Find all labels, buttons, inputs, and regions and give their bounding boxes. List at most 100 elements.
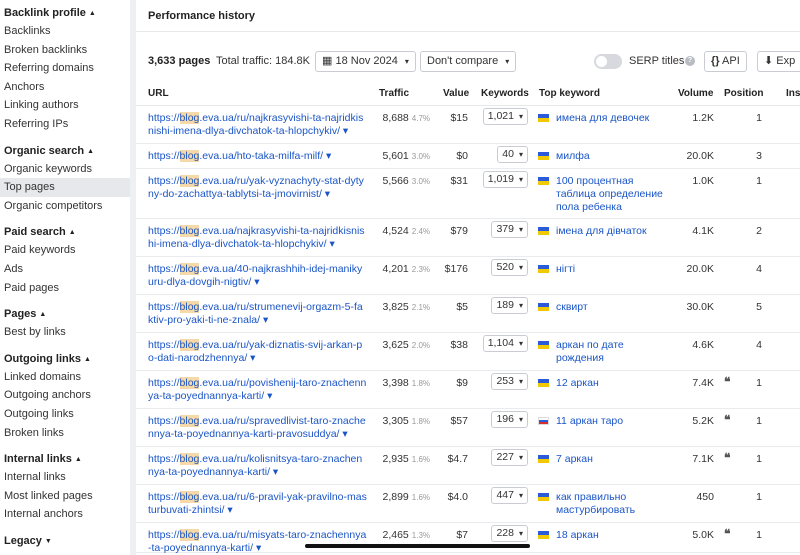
sidebar-item[interactable]: Paid keywords <box>0 241 130 260</box>
caret-down-icon[interactable]: ▾ <box>270 466 278 478</box>
sidebar-section-heading[interactable]: Paid search ▲ <box>0 223 130 241</box>
sidebar-item[interactable]: Outgoing anchors <box>0 386 130 405</box>
sidebar-item[interactable]: Linked domains <box>0 368 130 387</box>
keywords-dropdown[interactable]: 379 ▾ <box>491 221 528 238</box>
page-url-link[interactable]: https://blog.eva.ua/40-najkrashhih-idej-… <box>148 263 368 289</box>
column-header[interactable]: Ins <box>786 88 800 99</box>
column-header[interactable]: Top keyword <box>539 88 600 99</box>
keywords-count: 189 <box>496 299 514 311</box>
api-button[interactable]: {} API <box>704 51 747 72</box>
sidebar-item[interactable]: Top pages <box>0 178 130 197</box>
sidebar-item[interactable]: Broken backlinks <box>0 41 130 60</box>
sidebar-section-heading[interactable]: Pages ▲ <box>0 305 130 323</box>
sidebar-item[interactable]: Organic keywords <box>0 160 130 179</box>
column-header[interactable]: Traffic <box>379 88 409 99</box>
keywords-dropdown[interactable]: 40 ▾ <box>497 146 528 163</box>
caret-down-icon[interactable]: ▾ <box>260 314 268 326</box>
sidebar-item[interactable]: Linking authors <box>0 96 130 115</box>
top-keyword-link[interactable]: как правильно мастурбировать <box>556 491 671 517</box>
caret-down-icon[interactable]: ▾ <box>322 188 330 200</box>
sidebar-item[interactable]: Paid pages <box>0 279 130 298</box>
caret-down-icon[interactable]: ▾ <box>264 390 272 402</box>
keywords-dropdown[interactable]: 227 ▾ <box>491 449 528 466</box>
sidebar-section-heading[interactable]: Organic search ▲ <box>0 142 130 160</box>
sidebar-item[interactable]: Internal links <box>0 468 130 487</box>
ukraine-flag-icon <box>538 177 549 185</box>
top-keyword-link[interactable]: аркан по дате рождения <box>556 339 671 365</box>
sidebar-section-heading[interactable]: Internal links ▲ <box>0 450 130 468</box>
keywords-dropdown[interactable]: 1,019 ▾ <box>482 171 528 188</box>
sidebar-item[interactable]: Organic competitors <box>0 197 130 216</box>
page-url-link[interactable]: https://blog.eva.ua/ru/misyats-taro-znac… <box>148 529 368 555</box>
performance-history-title[interactable]: Performance history <box>136 0 800 32</box>
help-icon[interactable]: ? <box>685 56 695 66</box>
column-header[interactable]: URL <box>148 88 169 99</box>
top-keyword-link[interactable]: 18 аркан <box>556 529 671 542</box>
caret-up-icon: ▲ <box>39 311 47 319</box>
page-url-link[interactable]: https://blog.eva.ua/najkrasyvishi-ta-naj… <box>148 225 368 251</box>
sidebar-item[interactable]: Ads <box>0 260 130 279</box>
horizontal-scrollbar[interactable] <box>305 544 530 548</box>
sidebar-item[interactable]: Anchors <box>0 78 130 97</box>
column-header[interactable]: Position <box>724 88 763 99</box>
top-keyword-link[interactable]: 12 аркан <box>556 377 671 390</box>
sidebar-section-heading[interactable]: Legacy ▼ <box>0 532 130 550</box>
top-keyword-link[interactable]: сквирт <box>556 301 671 314</box>
column-header[interactable]: Value <box>443 88 469 99</box>
top-keyword-link[interactable]: имена для девочек <box>556 112 671 125</box>
sidebar-item[interactable]: Broken links <box>0 424 130 443</box>
page-url-link[interactable]: https://blog.eva.ua/ru/yak-vyznachyty-st… <box>148 175 368 201</box>
toggle-knob <box>596 56 607 67</box>
keywords-dropdown[interactable]: 1,104 ▾ <box>482 335 528 352</box>
caret-down-icon[interactable]: ▾ <box>339 428 347 440</box>
page-url-link[interactable]: https://blog.eva.ua/hto-taka-milfa-milf/… <box>148 150 368 163</box>
keywords-dropdown[interactable]: 253 ▾ <box>491 373 528 390</box>
sidebar-item[interactable]: Best by links <box>0 323 130 342</box>
url-prefix: https:// <box>148 175 180 187</box>
top-keyword-link[interactable]: 100 процентная таблица определение пола … <box>556 175 671 214</box>
keywords-dropdown[interactable]: 228 ▾ <box>491 525 528 542</box>
page-url-link[interactable]: https://blog.eva.ua/ru/kolisnitsya-taro-… <box>148 453 368 479</box>
date-picker-button[interactable]: ▦ 18 Nov 2024 ▾ <box>315 51 416 72</box>
position-cell: 4 <box>756 339 762 351</box>
keywords-dropdown[interactable]: 196 ▾ <box>491 411 528 428</box>
export-button[interactable]: ⬇ Exp <box>757 51 800 72</box>
keywords-dropdown[interactable]: 189 ▾ <box>491 297 528 314</box>
top-keyword-link[interactable]: нігті <box>556 263 671 276</box>
top-keyword-link[interactable]: 7 аркан <box>556 453 671 466</box>
column-header[interactable]: Keywords <box>481 88 529 99</box>
caret-down-icon[interactable]: ▾ <box>340 125 348 137</box>
sidebar-item[interactable]: Referring domains <box>0 59 130 78</box>
sidebar-section-heading[interactable]: Outgoing links ▲ <box>0 350 130 368</box>
page-url-link[interactable]: https://blog.eva.ua/ru/spravedlivist-tar… <box>148 415 368 441</box>
sidebar-item[interactable]: Backlinks <box>0 22 130 41</box>
column-header[interactable]: Volume <box>678 88 713 99</box>
serp-titles-toggle[interactable] <box>594 54 622 69</box>
sidebar-item[interactable]: Most linked pages <box>0 487 130 506</box>
page-url-link[interactable]: https://blog.eva.ua/ru/najkrasyvishi-ta-… <box>148 112 368 138</box>
keywords-dropdown[interactable]: 447 ▾ <box>491 487 528 504</box>
top-keyword-link[interactable]: 11 аркан таро <box>556 415 671 428</box>
caret-down-icon[interactable]: ▾ <box>247 352 255 364</box>
sidebar-item[interactable]: Outgoing links <box>0 405 130 424</box>
caret-down-icon[interactable]: ▾ <box>327 238 334 250</box>
sidebar-item[interactable]: Internal anchors <box>0 505 130 524</box>
caret-down-icon[interactable]: ▾ <box>253 542 261 554</box>
sidebar-item[interactable]: Referring IPs <box>0 115 130 134</box>
caret-down-icon[interactable]: ▾ <box>224 504 232 516</box>
keywords-dropdown[interactable]: 520 ▾ <box>491 259 528 276</box>
compare-dropdown[interactable]: Don't compare ▾ <box>420 51 517 72</box>
keywords-dropdown[interactable]: 1,021 ▾ <box>482 108 528 125</box>
caret-down-icon[interactable]: ▾ <box>251 276 259 288</box>
top-keyword-link[interactable]: милфа <box>556 150 671 163</box>
sidebar-section-heading[interactable]: Backlink profile ▲ <box>0 4 130 22</box>
page-url-link[interactable]: https://blog.eva.ua/ru/strumenevij-orgaz… <box>148 301 368 327</box>
caret-down-icon[interactable]: ▾ <box>323 150 331 162</box>
page-url-link[interactable]: https://blog.eva.ua/ru/6-pravil-yak-prav… <box>148 491 368 517</box>
page-url-link[interactable]: https://blog.eva.ua/ru/povishenij-taro-z… <box>148 377 368 403</box>
top-pages-table: URL Traffic Value Keywords Top keyword Volume… <box>136 80 800 555</box>
top-keyword-link[interactable]: імена для дівчаток <box>556 225 671 238</box>
table-row: https://blog.eva.ua/40-najkrashhih-idej-… <box>136 257 800 295</box>
page-url-link[interactable]: https://blog.eva.ua/ru/yak-diznatis-svij… <box>148 339 368 365</box>
volume-cell: 450 <box>696 491 714 503</box>
